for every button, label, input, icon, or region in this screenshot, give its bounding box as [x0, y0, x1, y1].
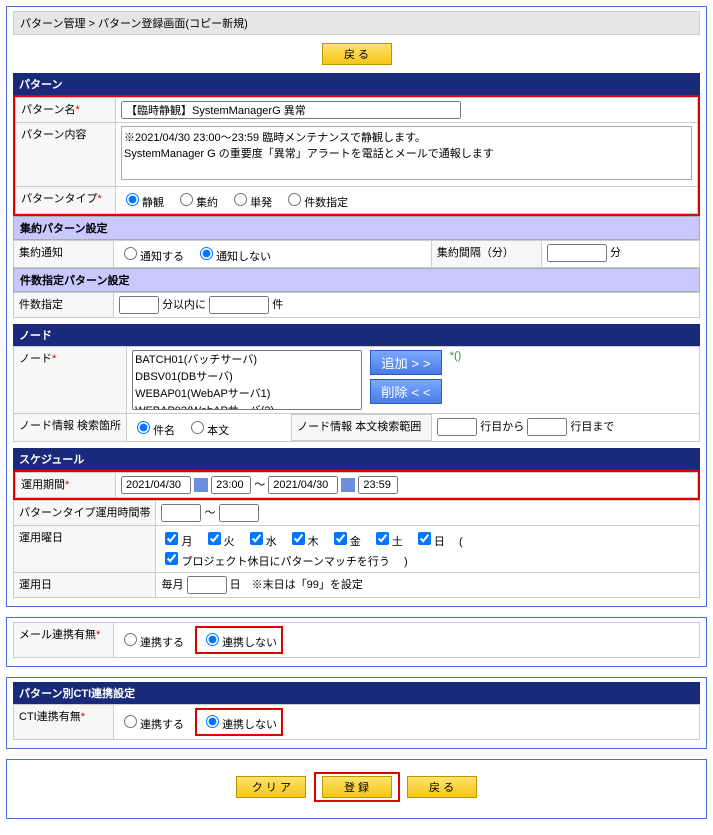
- pattern-table: パターン名* パターン内容 パターンタイプ* 静観 集約 単発 件数指定: [15, 97, 698, 214]
- nodesearch-subject-radio[interactable]: [137, 421, 150, 434]
- cti-yes-radio[interactable]: [124, 715, 137, 728]
- section-header-pattern: パターン: [13, 73, 700, 95]
- ptype-time-from-input[interactable]: [161, 504, 201, 522]
- cti-label: CTI連携有無: [19, 711, 81, 723]
- ptype-kensu-radio[interactable]: [288, 193, 301, 206]
- mail-label: メール連携有無: [19, 629, 96, 641]
- count-label: 件数指定: [19, 299, 63, 311]
- node-line-to-input[interactable]: [527, 418, 567, 436]
- dow-fri-check[interactable]: [334, 532, 347, 545]
- node-range-label: ノード情報 本文検索範囲: [297, 421, 421, 433]
- dow-wed-check[interactable]: [250, 532, 263, 545]
- cti-panel: パターン別CTI連携設定 CTI連携有無* 連携する 連携しない: [6, 677, 707, 749]
- date-to-input[interactable]: [268, 476, 338, 494]
- mail-no-radio[interactable]: [206, 633, 219, 646]
- main-panel: パターン管理 > パターン登録画面(コピー新規) 戻 る パターン パターン名*…: [6, 6, 707, 607]
- section-header-count: 件数指定パターン設定: [13, 268, 700, 292]
- node-search-label: ノード情報 検索箇所: [19, 420, 121, 432]
- dow-label: 運用曜日: [19, 532, 63, 544]
- mail-panel: メール連携有無* 連携する 連携しない: [6, 617, 707, 667]
- back-button-bottom[interactable]: 戻 る: [407, 776, 477, 798]
- agg-no-radio[interactable]: [200, 247, 213, 260]
- node-remove-button[interactable]: 削除 < <: [370, 379, 442, 404]
- node-line-from-input[interactable]: [437, 418, 477, 436]
- runday-label: 運用日: [19, 579, 52, 591]
- button-panel: ク リ ア 登 録 戻 る: [6, 759, 707, 819]
- pattern-content-label: パターン内容: [21, 129, 86, 141]
- date-from-input[interactable]: [121, 476, 191, 494]
- pattern-content-textarea[interactable]: [121, 126, 692, 180]
- dow-mon-check[interactable]: [165, 532, 178, 545]
- agg-notice-label: 集約通知: [19, 247, 63, 259]
- dow-sat-check[interactable]: [376, 532, 389, 545]
- section-header-agg: 集約パターン設定: [13, 216, 700, 240]
- time-from-input[interactable]: [211, 476, 251, 494]
- agg-yes-radio[interactable]: [124, 247, 137, 260]
- ptype-tanpatsu-radio[interactable]: [234, 193, 247, 206]
- dow-thu-check[interactable]: [292, 532, 305, 545]
- dow-tue-check[interactable]: [208, 532, 221, 545]
- schedule-period-label: 運用期間: [21, 479, 65, 491]
- breadcrumb: パターン管理 > パターン登録画面(コピー新規): [13, 11, 700, 35]
- node-right-text: *(): [450, 350, 462, 362]
- cti-no-radio[interactable]: [206, 715, 219, 728]
- pattern-name-input[interactable]: [121, 101, 461, 119]
- mail-yes-radio[interactable]: [124, 633, 137, 646]
- ptype-time-to-input[interactable]: [219, 504, 259, 522]
- clear-button[interactable]: ク リ ア: [236, 776, 306, 798]
- runday-input[interactable]: [187, 576, 227, 594]
- nodesearch-body-radio[interactable]: [191, 421, 204, 434]
- time-to-input[interactable]: [358, 476, 398, 494]
- count-minutes-input[interactable]: [119, 296, 159, 314]
- count-ken-input[interactable]: [209, 296, 269, 314]
- ptype-time-label: パターンタイプ運用時間帯: [19, 507, 150, 519]
- section-header-schedule: スケジュール: [13, 448, 700, 470]
- pattern-type-label: パターンタイプ: [21, 193, 97, 205]
- project-holiday-check[interactable]: [165, 552, 178, 565]
- node-select[interactable]: BATCH01(バッチサーバ)DBSV01(DBサーバ)WEBAP01(WebA…: [132, 350, 362, 410]
- calendar-icon[interactable]: [194, 478, 208, 492]
- register-button[interactable]: 登 録: [322, 776, 392, 798]
- node-add-button[interactable]: 追加 > >: [370, 350, 442, 375]
- section-header-node: ノード: [13, 324, 700, 346]
- ptype-seikan-radio[interactable]: [126, 193, 139, 206]
- node-label: ノード: [19, 353, 52, 365]
- agg-interval-label: 集約間隔（分）: [437, 247, 514, 259]
- pattern-name-label: パターン名: [21, 104, 75, 116]
- dow-sun-check[interactable]: [418, 532, 431, 545]
- calendar-icon[interactable]: [341, 478, 355, 492]
- ptype-shuyaku-radio[interactable]: [180, 193, 193, 206]
- agg-interval-input[interactable]: [547, 244, 607, 262]
- section-header-cti: パターン別CTI連携設定: [13, 682, 700, 704]
- back-button-top[interactable]: 戻 る: [322, 43, 392, 65]
